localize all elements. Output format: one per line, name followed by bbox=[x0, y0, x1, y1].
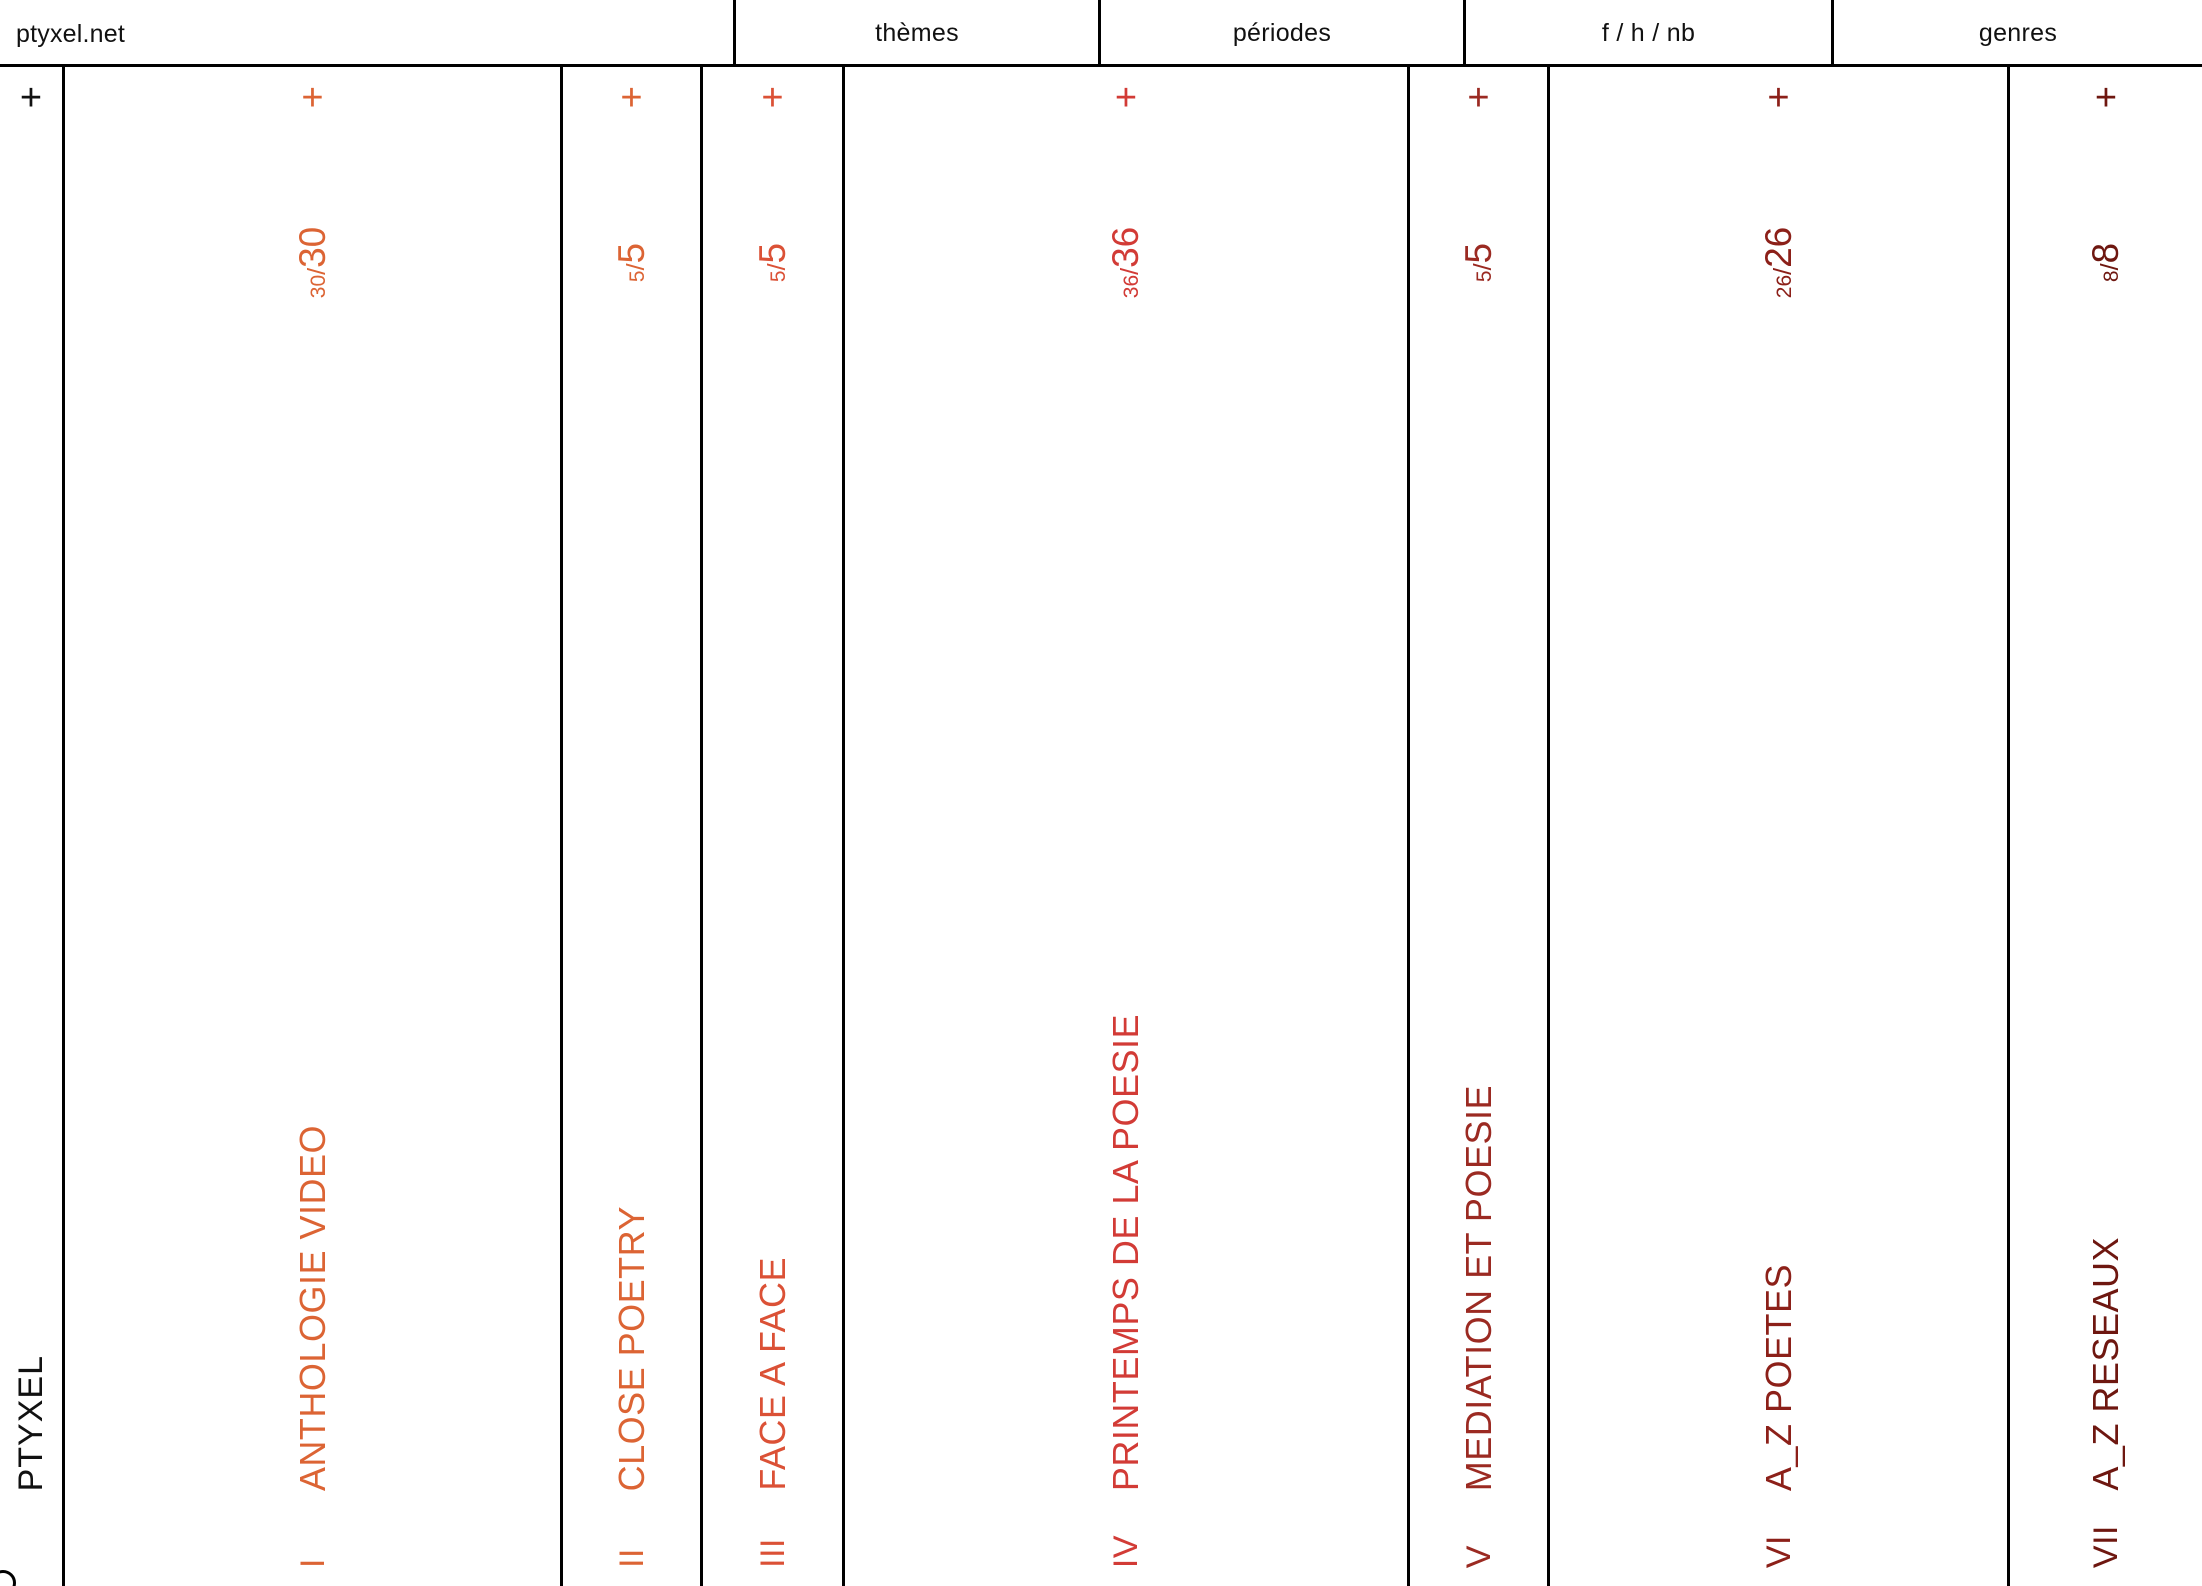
section-column-printemps-de-la-poesie[interactable]: + 36/36 PRINTEMPS DE LA POESIE IV bbox=[842, 67, 1407, 1586]
counter-current-value: 36 bbox=[1120, 274, 1144, 299]
section-title-close-poetry[interactable]: CLOSE POETRY bbox=[611, 1206, 652, 1491]
counter-total-value: 5 bbox=[752, 242, 793, 264]
counter-total-value: 36 bbox=[1105, 226, 1147, 268]
rail-home[interactable]: + PTYXEL bbox=[0, 67, 62, 1586]
expand-plus-icon-anthologie-video[interactable]: + bbox=[65, 79, 560, 117]
nav-item-fhnb-label: f / h / nb bbox=[1601, 19, 1696, 47]
section-column-grid: + PTYXEL + 30/30 ANTHOLOGIE VIDEO I + 5/… bbox=[0, 67, 2202, 1586]
section-numeral-printemps-de-la-poesie: IV bbox=[1107, 1534, 1145, 1568]
expand-plus-icon-a-z-poetes[interactable]: + bbox=[1550, 79, 2007, 117]
counter-a-z-reseaux: 8/8 bbox=[2010, 202, 2202, 332]
nav-item-periodes[interactable]: périodes bbox=[1098, 0, 1463, 67]
counter-current-value: 5 bbox=[626, 270, 649, 283]
section-column-a-z-reseaux[interactable]: + 8/8 A_Z RESEAUX VII bbox=[2007, 67, 2202, 1586]
nav-item-genres-label: genres bbox=[1978, 19, 2058, 47]
section-title-mediation-et-poesie[interactable]: MEDIATION ET POESIE bbox=[1458, 1085, 1499, 1491]
counter-total-value: 30 bbox=[292, 226, 333, 268]
expand-plus-icon-face-a-face[interactable]: + bbox=[703, 79, 842, 117]
counter-total-value: 8 bbox=[2085, 242, 2127, 264]
title-wrap-close-poetry: CLOSE POETRY bbox=[563, 341, 700, 1491]
section-numeral-face-a-face: III bbox=[753, 1538, 792, 1568]
counter-mediation-et-poesie: 5/5 bbox=[1410, 202, 1547, 332]
title-wrap-a-z-reseaux: A_Z RESEAUX bbox=[2010, 341, 2202, 1491]
title-wrap-mediation-et-poesie: MEDIATION ET POESIE bbox=[1410, 341, 1547, 1491]
nav-item-periodes-label: périodes bbox=[1232, 19, 1332, 47]
section-title-a-z-poetes[interactable]: A_Z POETES bbox=[1758, 1264, 1799, 1491]
section-column-anthologie-video[interactable]: + 30/30 ANTHOLOGIE VIDEO I bbox=[62, 67, 560, 1586]
corner-dot-decoration bbox=[0, 1570, 16, 1586]
section-title-a-z-reseaux[interactable]: A_Z RESEAUX bbox=[2085, 1237, 2126, 1491]
section-title-face-a-face[interactable]: FACE A FACE bbox=[752, 1257, 793, 1491]
rail-title-ptyxel[interactable]: PTYXEL bbox=[12, 1355, 50, 1491]
title-wrap-face-a-face: FACE A FACE bbox=[703, 341, 842, 1491]
roman-wrap-close-poetry: II bbox=[563, 1498, 700, 1568]
roman-wrap-face-a-face: III bbox=[703, 1498, 842, 1568]
nav-item-themes[interactable]: thèmes bbox=[733, 0, 1098, 67]
section-title-anthologie-video[interactable]: ANTHOLOGIE VIDEO bbox=[292, 1125, 333, 1491]
roman-wrap-a-z-reseaux: VII bbox=[2010, 1498, 2202, 1568]
section-column-close-poetry[interactable]: + 5/5 CLOSE POETRY II bbox=[560, 67, 700, 1586]
rail-expand-plus-icon[interactable]: + bbox=[0, 79, 62, 117]
expand-plus-icon-close-poetry[interactable]: + bbox=[563, 79, 700, 117]
counter-separator: / bbox=[763, 263, 791, 271]
counter-separator: / bbox=[622, 263, 650, 271]
counter-separator: / bbox=[2096, 263, 2125, 271]
app-root: ptyxel.net thèmes périodes f / h / nb ge… bbox=[0, 0, 2202, 1586]
counter-current-value: 26 bbox=[1773, 274, 1796, 299]
counter-separator: / bbox=[1469, 263, 1497, 271]
rail-title-wrap: PTYXEL bbox=[0, 341, 62, 1491]
title-wrap-printemps-de-la-poesie: PRINTEMPS DE LA POESIE bbox=[845, 341, 1407, 1491]
nav-item-genres[interactable]: genres bbox=[1831, 0, 2202, 67]
title-wrap-anthologie-video: ANTHOLOGIE VIDEO bbox=[65, 341, 560, 1491]
title-wrap-a-z-poetes: A_Z POETES bbox=[1550, 341, 2007, 1491]
roman-wrap-a-z-poetes: VI bbox=[1550, 1498, 2007, 1568]
roman-wrap-mediation-et-poesie: V bbox=[1410, 1498, 1547, 1568]
brand-wordmark[interactable]: ptyxel.net bbox=[16, 20, 125, 49]
section-numeral-a-z-poetes: VI bbox=[1759, 1534, 1798, 1568]
counter-current-value: 5 bbox=[767, 270, 790, 283]
counter-current-value: 8 bbox=[2100, 270, 2124, 283]
counter-close-poetry: 5/5 bbox=[563, 202, 700, 332]
counter-current-value: 30 bbox=[307, 274, 330, 299]
section-numeral-close-poetry: II bbox=[612, 1548, 651, 1568]
counter-separator: / bbox=[1769, 267, 1797, 275]
counter-separator: / bbox=[1116, 267, 1145, 275]
counter-total-value: 5 bbox=[1458, 242, 1499, 264]
section-numeral-a-z-reseaux: VII bbox=[2087, 1524, 2125, 1568]
counter-printemps-de-la-poesie: 36/36 bbox=[845, 202, 1407, 332]
roman-wrap-anthologie-video: I bbox=[65, 1498, 560, 1568]
counter-total-value: 26 bbox=[1758, 226, 1799, 268]
counter-a-z-poetes: 26/26 bbox=[1550, 202, 2007, 332]
top-header-bar: ptyxel.net thèmes périodes f / h / nb ge… bbox=[0, 0, 2202, 67]
nav-item-themes-label: thèmes bbox=[875, 19, 959, 47]
counter-current-value: 5 bbox=[1473, 270, 1496, 283]
counter-face-a-face: 5/5 bbox=[703, 202, 842, 332]
section-column-face-a-face[interactable]: + 5/5 FACE A FACE III bbox=[700, 67, 842, 1586]
section-column-a-z-poetes[interactable]: + 26/26 A_Z POETES VI bbox=[1547, 67, 2007, 1586]
roman-wrap-printemps-de-la-poesie: IV bbox=[845, 1498, 1407, 1568]
expand-plus-icon-mediation-et-poesie[interactable]: + bbox=[1410, 79, 1547, 117]
section-numeral-anthologie-video: I bbox=[293, 1558, 332, 1568]
section-title-printemps-de-la-poesie[interactable]: PRINTEMPS DE LA POESIE bbox=[1105, 1014, 1146, 1491]
section-column-mediation-et-poesie[interactable]: + 5/5 MEDIATION ET POESIE V bbox=[1407, 67, 1547, 1586]
counter-total-value: 5 bbox=[611, 242, 652, 264]
expand-plus-icon-printemps-de-la-poesie[interactable]: + bbox=[845, 79, 1407, 117]
nav-item-fhnb[interactable]: f / h / nb bbox=[1463, 0, 1831, 67]
counter-anthologie-video: 30/30 bbox=[65, 202, 560, 332]
section-numeral-mediation-et-poesie: V bbox=[1459, 1544, 1498, 1568]
expand-plus-icon-a-z-reseaux[interactable]: + bbox=[2010, 79, 2202, 117]
counter-separator: / bbox=[303, 267, 331, 275]
